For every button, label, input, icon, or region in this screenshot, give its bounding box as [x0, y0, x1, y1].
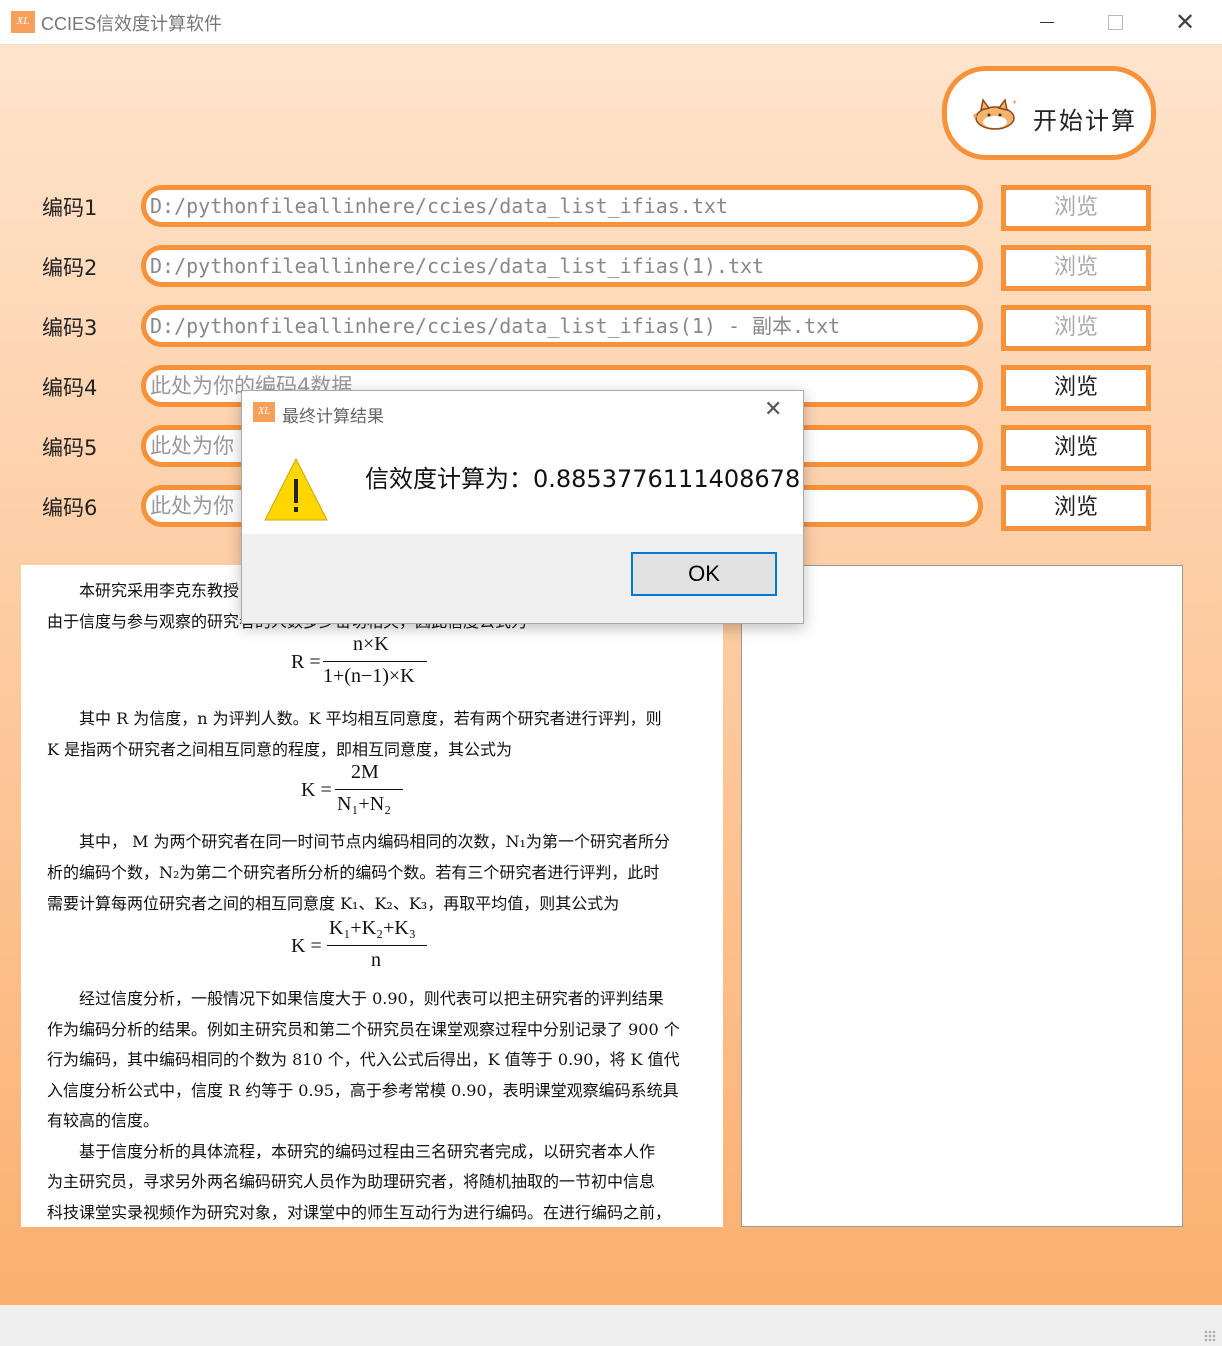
code2-input[interactable]: D:/pythonfileallinhere/ccies/data_list_i…: [141, 245, 983, 287]
code4-label: 编码4: [42, 376, 98, 400]
doc-line: 需要计算每两位研究者之间的相互同意度 K₁、K₂、K₃，再取平均值，则其公式为: [47, 894, 620, 913]
doc-line: 入信度分析公式中，信度 R 约等于 0.95，高于参考常模 0.90，表明课堂观…: [47, 1081, 679, 1100]
code2-label: 编码2: [42, 256, 98, 280]
warning-icon: [264, 457, 328, 521]
code5-label: 编码5: [42, 436, 98, 460]
doc-line: K 是指两个研究者之间相互同意的程度，即相互同意度，其公式为: [47, 740, 513, 759]
formula-numerator: 2M: [351, 761, 379, 783]
code1-input[interactable]: D:/pythonfileallinhere/ccies/data_list_i…: [141, 185, 983, 227]
code6-browse-button[interactable]: 浏览: [1001, 485, 1151, 531]
minimize-button[interactable]: [1024, 0, 1070, 44]
code6-label: 编码6: [42, 496, 98, 520]
code3-browse-button[interactable]: 浏览: [1001, 305, 1151, 351]
formula-denominator: n: [371, 949, 381, 971]
dialog-app-icon: XL: [253, 402, 275, 422]
formula-numerator: n×K: [353, 633, 389, 655]
doc-line: 其中 R 为信度，n 为评判人数。K 平均相互同意度，若有两个研究者进行评判，则: [79, 709, 662, 728]
doc-line: 本研究采用李克东教授: [79, 581, 240, 600]
dialog-footer: OK: [242, 534, 803, 623]
start-calculation-button[interactable]: 开始计算: [942, 66, 1156, 160]
agreement-formula: K = 2M N₁+N₂: [301, 761, 421, 821]
dialog-close-button[interactable]: ✕: [764, 397, 782, 422]
doc-line: 科技课堂实录视频作为研究对象，对课堂中的师生互动行为进行编码。在进行编码之前，: [47, 1203, 672, 1222]
code3-input[interactable]: D:/pythonfileallinhere/ccies/data_list_i…: [141, 305, 983, 347]
doc-line: 析的编码个数，N₂为第二个研究者所分析的编码个数。若有三个研究者进行评判，此时: [47, 863, 660, 882]
result-dialog: XL 最终计算结果 ✕ 信效度计算为：0.8853776111408678 OK: [241, 390, 804, 624]
average-agreement-formula: K = K₁+K₂+K₃ n: [291, 917, 431, 977]
title-bar: XL CCIES信效度计算软件 ✕: [0, 0, 1222, 45]
doc-line: 其中， M 为两个研究者在同一时间节点内编码相同的次数，N₁为第一个研究者所分: [79, 832, 670, 851]
formula-denominator: N₁+N₂: [337, 793, 392, 815]
resize-grip-icon[interactable]: [1204, 1330, 1216, 1342]
reference-document-image: 本研究采用李克东教授 由于信度与参与观察的研究者的人数多少密切相关，因此信度公式…: [21, 565, 723, 1227]
doc-line: 行为编码，其中编码相同的个数为 810 个，代入公式后得出，K 值等于 0.90…: [47, 1050, 680, 1069]
doc-line: 有较高的信度。: [47, 1111, 160, 1130]
dialog-title: 最终计算结果: [282, 407, 384, 427]
close-button[interactable]: ✕: [1162, 0, 1208, 44]
cat-icon: [973, 98, 1016, 130]
app-logo-icon: XL: [11, 11, 35, 33]
dialog-message: 信效度计算为：0.8853776111408678: [365, 465, 801, 493]
window-title: CCIES信效度计算软件: [41, 14, 223, 34]
code2-browse-button[interactable]: 浏览: [1001, 245, 1151, 291]
code5-browse-button[interactable]: 浏览: [1001, 425, 1151, 471]
formula-lhs: K =: [301, 779, 332, 801]
code1-label: 编码1: [42, 196, 98, 220]
doc-line: 作为编码分析的结果。例如主研究员和第二个研究员在课堂观察过程中分别记录了 900…: [47, 1020, 680, 1039]
start-calculation-label: 开始计算: [1033, 107, 1137, 135]
doc-line: 为主研究员，寻求另外两名编码研究人员作为助理研究者，将随机抽取的一节初中信息: [47, 1172, 656, 1191]
main-panel: 开始计算 编码1 D:/pythonfileallinhere/ccies/da…: [0, 45, 1222, 1305]
doc-line: 经过信度分析，一般情况下如果信度大于 0.90，则代表可以把主研究者的评判结果: [79, 989, 664, 1008]
maximize-button[interactable]: [1092, 0, 1138, 44]
doc-line: 基于信度分析的具体流程，本研究的编码过程由三名研究者完成，以研究者本人作: [79, 1142, 656, 1161]
formula-lhs: R =: [291, 651, 321, 673]
ok-button[interactable]: OK: [631, 552, 777, 596]
code1-browse-button[interactable]: 浏览: [1001, 185, 1151, 231]
formula-denominator: 1+(n−1)×K: [323, 665, 415, 687]
reliability-formula: R = n×K 1+(n−1)×K: [291, 633, 431, 693]
formula-numerator: K₁+K₂+K₃: [329, 917, 416, 939]
code3-label: 编码3: [42, 316, 98, 340]
status-bar: [0, 1305, 1222, 1346]
code4-browse-button[interactable]: 浏览: [1001, 365, 1151, 411]
formula-lhs: K =: [291, 935, 322, 957]
result-output-panel[interactable]: [741, 565, 1183, 1227]
